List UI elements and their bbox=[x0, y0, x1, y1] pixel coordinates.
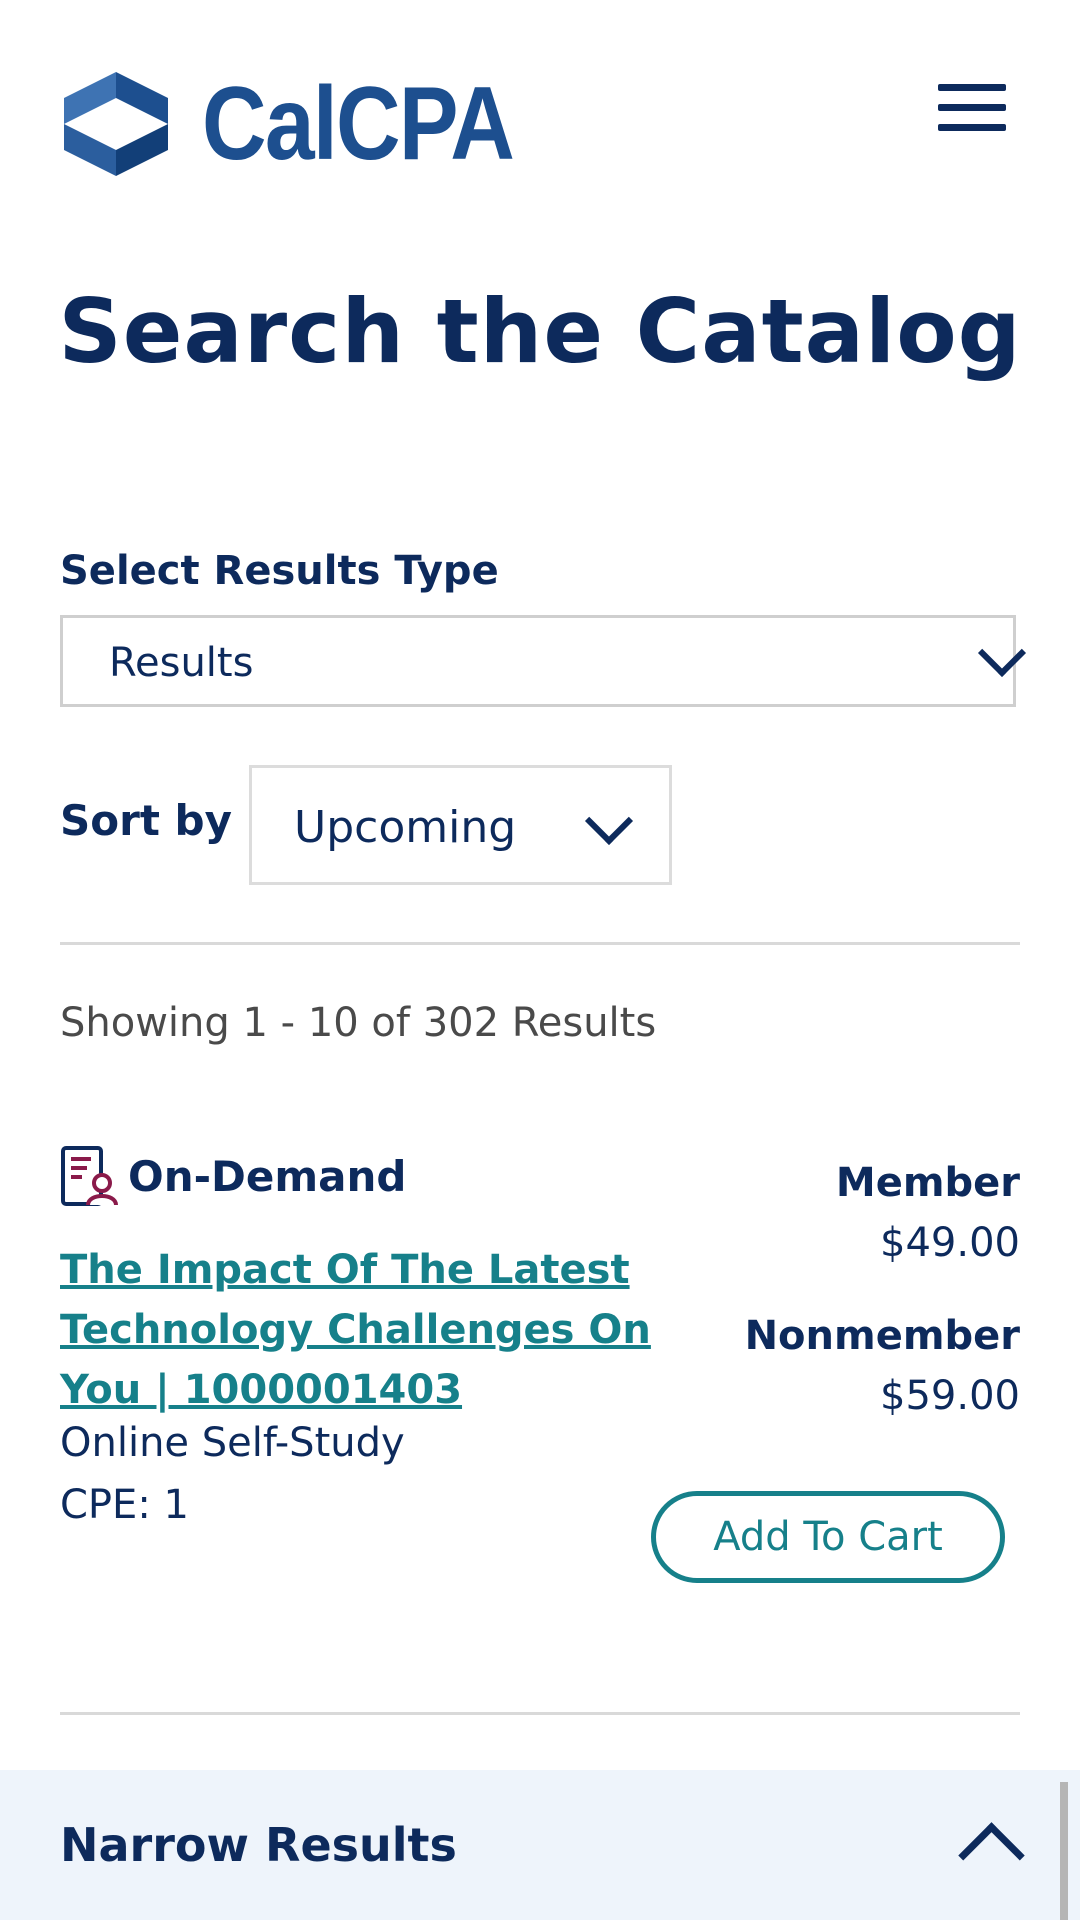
member-label: Member bbox=[835, 1160, 1020, 1206]
course-format: Online Self-Study bbox=[60, 1420, 405, 1466]
member-price-block: Member $49.00 bbox=[836, 1160, 1020, 1266]
results-type-value: Results bbox=[109, 640, 254, 686]
chevron-down-icon bbox=[584, 796, 634, 846]
logo-cube-icon bbox=[64, 72, 168, 176]
results-type-label: Select Results Type bbox=[60, 548, 499, 594]
result-type-label: On-Demand bbox=[128, 1151, 407, 1201]
chevron-down-icon bbox=[977, 628, 1027, 678]
member-price: $49.00 bbox=[880, 1220, 1020, 1266]
add-to-cart-button[interactable]: Add To Cart bbox=[651, 1491, 1005, 1583]
site-header: CalCPA bbox=[0, 0, 1080, 200]
course-title-link[interactable]: The Impact Of The Latest Technology Chal… bbox=[60, 1240, 660, 1420]
divider bbox=[60, 1712, 1020, 1715]
page-title: Search the Catalog bbox=[58, 280, 1022, 383]
sort-select[interactable]: Upcoming bbox=[249, 765, 672, 885]
on-demand-certificate-icon bbox=[61, 1146, 118, 1206]
nonmember-label: Nonmember bbox=[744, 1313, 1020, 1359]
results-type-select[interactable]: Results bbox=[60, 615, 1027, 707]
scrollbar[interactable] bbox=[1060, 1782, 1068, 1920]
hamburger-menu-icon[interactable] bbox=[932, 78, 1012, 138]
logo-text: CalCPA bbox=[202, 66, 515, 182]
result-type: On-Demand bbox=[60, 1145, 406, 1207]
narrow-results-toggle[interactable]: Narrow Results bbox=[0, 1770, 1080, 1920]
chevron-up-icon bbox=[958, 1822, 1025, 1889]
calcpa-logo[interactable]: CalCPA bbox=[60, 68, 564, 180]
sort-label: Sort by bbox=[60, 796, 232, 845]
results-count: Showing 1 - 10 of 302 Results bbox=[60, 1000, 657, 1046]
sort-value: Upcoming bbox=[294, 802, 517, 853]
narrow-results-title: Narrow Results bbox=[60, 1818, 457, 1872]
nonmember-price: $59.00 bbox=[880, 1373, 1020, 1419]
course-cpe: CPE: 1 bbox=[60, 1482, 189, 1528]
divider bbox=[60, 942, 1020, 945]
nonmember-price-block: Nonmember $59.00 bbox=[745, 1313, 1020, 1419]
